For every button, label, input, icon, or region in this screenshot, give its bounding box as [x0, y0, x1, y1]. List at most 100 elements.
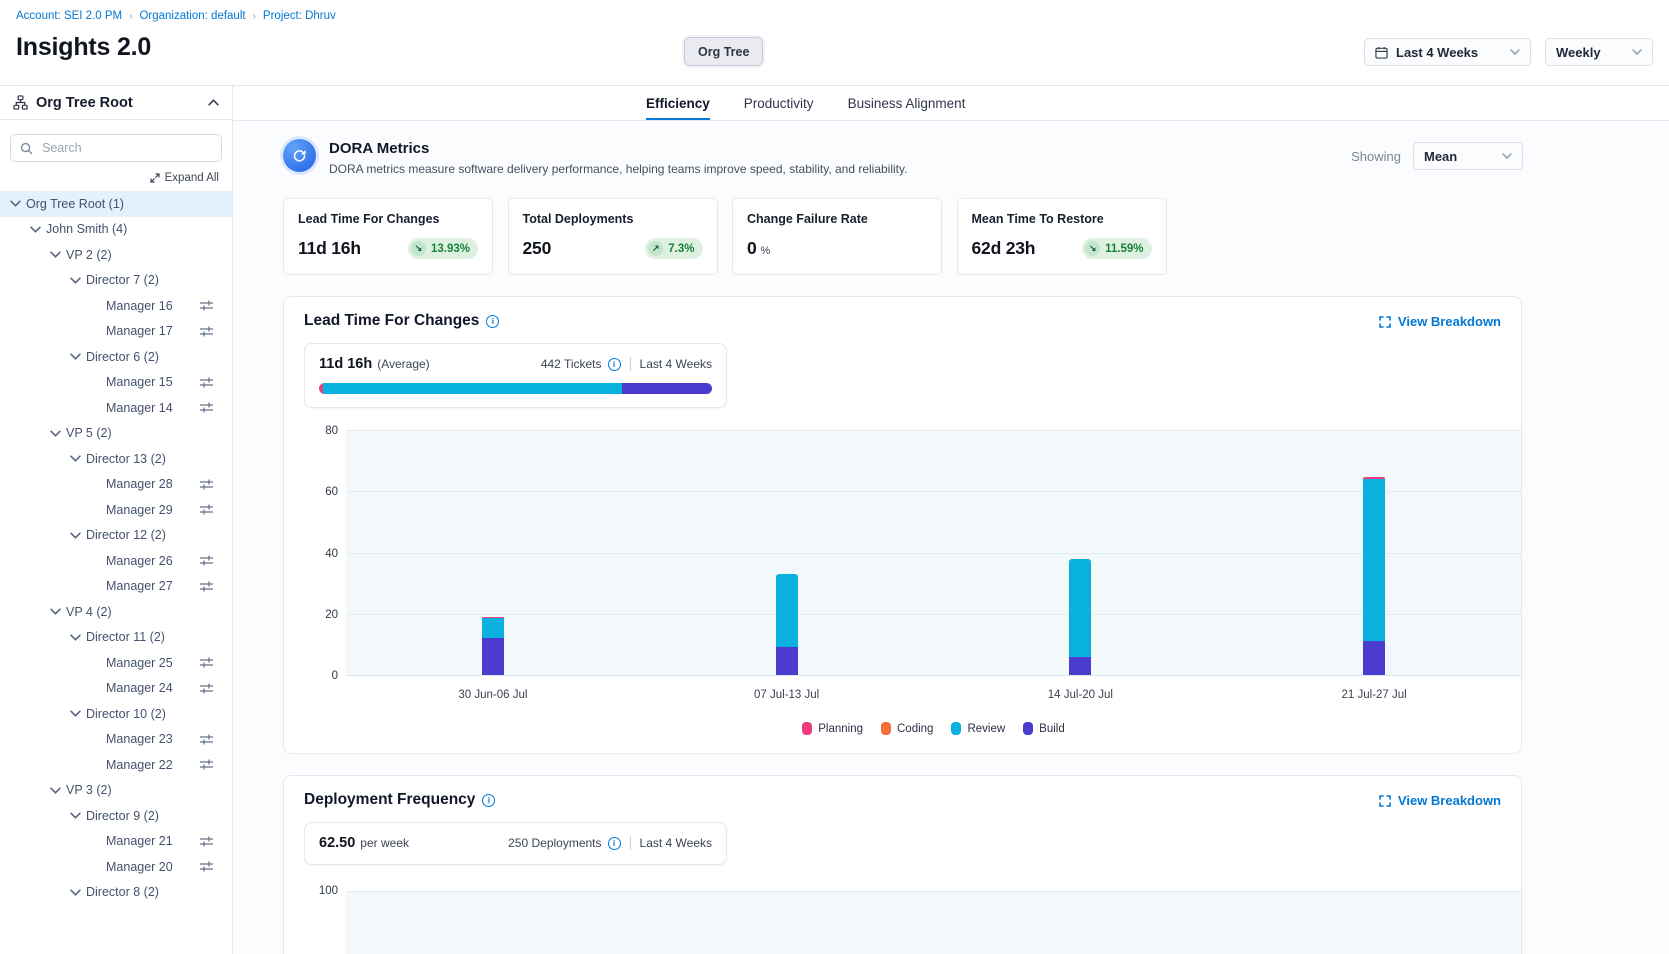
bar-3[interactable]: [1069, 559, 1091, 675]
tree-item-vp-5-2[interactable]: VP 5 (2): [0, 421, 232, 447]
lead-time-chart-plot: 020406080: [346, 431, 1521, 676]
info-icon[interactable]: [608, 837, 621, 850]
breadcrumb-link[interactable]: Account: SEI 2.0 PM: [16, 10, 122, 22]
gridline-40: [346, 553, 1521, 554]
filter-settings-icon[interactable]: [199, 656, 214, 669]
legend-swatch-coding: [881, 722, 891, 735]
info-icon[interactable]: [608, 358, 621, 371]
deployment-view-breakdown[interactable]: View Breakdown: [1379, 793, 1501, 808]
tree-item-manager-14[interactable]: Manager 14: [0, 395, 232, 421]
tree-item-director-6-2[interactable]: Director 6 (2): [0, 344, 232, 370]
chevron-down-icon[interactable]: [30, 226, 46, 233]
chevron-down-icon[interactable]: [10, 200, 26, 207]
tree-item-manager-20[interactable]: Manager 20: [0, 854, 232, 880]
search-box[interactable]: [10, 134, 222, 162]
bar-1[interactable]: [482, 617, 504, 675]
filter-settings-icon[interactable]: [199, 376, 214, 389]
tree-item-director-9-2[interactable]: Director 9 (2): [0, 803, 232, 829]
tree-item-manager-25[interactable]: Manager 25: [0, 650, 232, 676]
divider: [630, 357, 631, 371]
legend-item-build[interactable]: Build: [1023, 722, 1065, 735]
tree-item-manager-21[interactable]: Manager 21: [0, 829, 232, 855]
info-icon[interactable]: [486, 315, 499, 328]
chevron-down-icon[interactable]: [70, 634, 86, 641]
search-input[interactable]: [40, 140, 212, 156]
tab-business-alignment[interactable]: Business Alignment: [848, 86, 966, 120]
chevron-down-icon[interactable]: [50, 251, 66, 258]
filter-settings-icon[interactable]: [199, 503, 214, 516]
date-range-select[interactable]: Last 4 Weeks: [1364, 38, 1531, 66]
chevron-down-icon: [1632, 49, 1642, 55]
breadcrumb-separator: ›: [129, 11, 132, 22]
breadcrumb-link[interactable]: Project: Dhruv: [263, 10, 336, 22]
tree-item-manager-27[interactable]: Manager 27: [0, 574, 232, 600]
lead-time-summary-top: 11d 16h (Average) 442 Tickets Last 4 Wee…: [319, 356, 712, 372]
filter-settings-icon[interactable]: [199, 682, 214, 695]
chevron-down-icon[interactable]: [70, 889, 86, 896]
tree-item-vp-2-2[interactable]: VP 2 (2): [0, 242, 232, 268]
filter-settings-icon[interactable]: [199, 401, 214, 414]
tree-item-vp-3-2[interactable]: VP 3 (2): [0, 778, 232, 804]
tree-item-org-tree-root-1[interactable]: Org Tree Root (1): [0, 191, 232, 217]
filter-settings-icon[interactable]: [199, 580, 214, 593]
chevron-up-icon[interactable]: [208, 99, 219, 106]
chevron-down-icon[interactable]: [70, 812, 86, 819]
legend-item-planning[interactable]: Planning: [802, 722, 863, 735]
tree-item-vp-4-2[interactable]: VP 4 (2): [0, 599, 232, 625]
tree-item-director-8-2[interactable]: Director 8 (2): [0, 880, 232, 906]
tree-item-director-11-2[interactable]: Director 11 (2): [0, 625, 232, 651]
tree-item-director-13-2[interactable]: Director 13 (2): [0, 446, 232, 472]
tree-item-manager-24[interactable]: Manager 24: [0, 676, 232, 702]
expand-all-button[interactable]: Expand All: [0, 172, 219, 184]
lead-time-view-breakdown[interactable]: View Breakdown: [1379, 314, 1501, 329]
org-tree-button[interactable]: Org Tree: [684, 37, 763, 66]
bar-4[interactable]: [1363, 477, 1385, 675]
tree-item-director-7-2[interactable]: Director 7 (2): [0, 268, 232, 294]
tree-item-manager-22[interactable]: Manager 22: [0, 752, 232, 778]
filter-settings-icon[interactable]: [199, 299, 214, 312]
chevron-down-icon[interactable]: [70, 353, 86, 360]
filter-settings-icon[interactable]: [199, 733, 214, 746]
granularity-select[interactable]: Weekly: [1545, 38, 1653, 66]
legend-label: Review: [967, 723, 1005, 735]
legend-item-coding[interactable]: Coding: [881, 722, 933, 735]
chevron-down-icon[interactable]: [70, 710, 86, 717]
legend-item-review[interactable]: Review: [951, 722, 1005, 735]
metric-card-value-row: 250↗7.3%: [523, 238, 703, 259]
chevron-down-icon[interactable]: [50, 430, 66, 437]
showing-select[interactable]: Mean: [1413, 142, 1523, 170]
info-icon[interactable]: [482, 794, 495, 807]
tree-item-director-12-2[interactable]: Director 12 (2): [0, 523, 232, 549]
tree-item-label: VP 2 (2): [66, 248, 112, 262]
tree-item-manager-28[interactable]: Manager 28: [0, 472, 232, 498]
tab-productivity[interactable]: Productivity: [744, 86, 814, 120]
tree-item-label: Org Tree Root (1): [26, 197, 124, 211]
lead-time-panel: Lead Time For Changes View Breakdown 11d…: [283, 296, 1522, 754]
chevron-down-icon[interactable]: [70, 277, 86, 284]
filter-settings-icon[interactable]: [199, 758, 214, 771]
lead-time-title: Lead Time For Changes: [304, 312, 479, 330]
tree-item-john-smith-4[interactable]: John Smith (4): [0, 217, 232, 243]
tree-item-manager-17[interactable]: Manager 17: [0, 319, 232, 345]
filter-settings-icon[interactable]: [199, 325, 214, 338]
filter-settings-icon[interactable]: [199, 835, 214, 848]
deployment-title: Deployment Frequency: [304, 791, 475, 809]
tree-item-manager-16[interactable]: Manager 16: [0, 293, 232, 319]
bar-2[interactable]: [776, 574, 798, 675]
filter-settings-icon[interactable]: [199, 478, 214, 491]
chevron-down-icon[interactable]: [50, 787, 66, 794]
chevron-down-icon[interactable]: [70, 532, 86, 539]
chevron-down-icon[interactable]: [50, 608, 66, 615]
breadcrumb-link[interactable]: Organization: default: [139, 10, 245, 22]
bar-segment-review: [1069, 559, 1091, 657]
tree-item-director-10-2[interactable]: Director 10 (2): [0, 701, 232, 727]
lead-time-stage-progress-bar: [319, 383, 712, 394]
filter-settings-icon[interactable]: [199, 554, 214, 567]
tree-item-manager-29[interactable]: Manager 29: [0, 497, 232, 523]
tree-item-manager-26[interactable]: Manager 26: [0, 548, 232, 574]
tab-efficiency[interactable]: Efficiency: [646, 86, 710, 120]
tree-item-manager-15[interactable]: Manager 15: [0, 370, 232, 396]
tree-item-manager-23[interactable]: Manager 23: [0, 727, 232, 753]
chevron-down-icon[interactable]: [70, 455, 86, 462]
filter-settings-icon[interactable]: [199, 860, 214, 873]
